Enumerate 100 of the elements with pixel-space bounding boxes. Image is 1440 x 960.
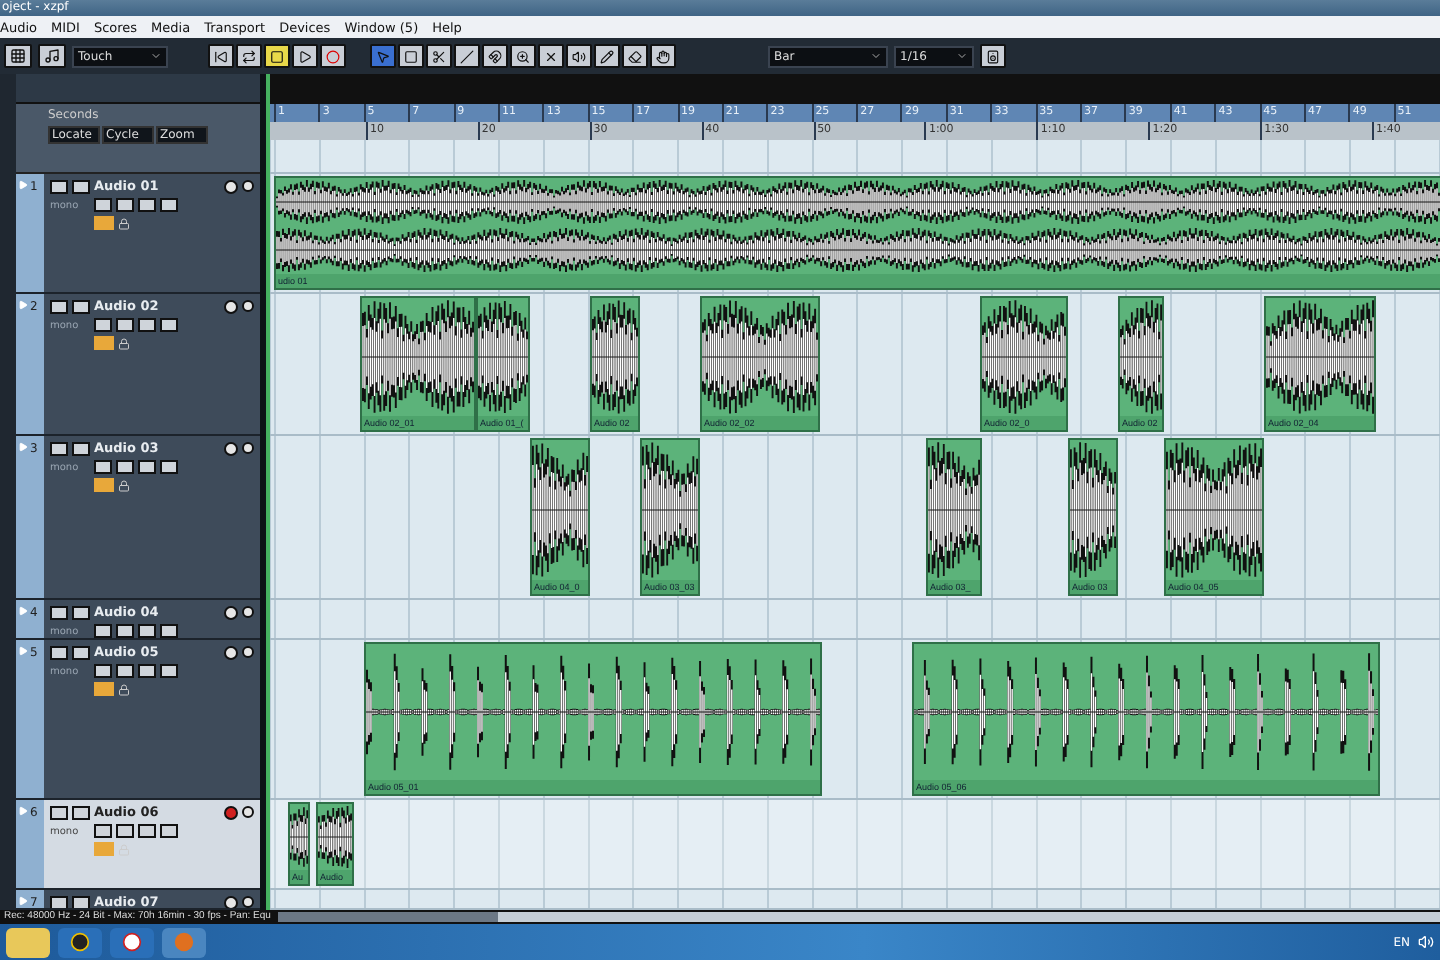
expand-icon	[18, 806, 28, 816]
mute-button[interactable]	[50, 299, 68, 313]
waveform-drawing	[532, 440, 588, 580]
solo-button[interactable]	[72, 441, 90, 455]
expand-icon	[18, 442, 28, 452]
browser-icon[interactable]	[110, 927, 154, 957]
record-enable-button[interactable]	[224, 895, 238, 908]
mute-button[interactable]	[50, 179, 68, 193]
edit-button[interactable]	[138, 624, 156, 638]
waveform-drawing	[642, 440, 698, 580]
tool-button[interactable]	[426, 44, 452, 68]
insert-button[interactable]	[160, 460, 178, 474]
expand-icon	[18, 646, 28, 656]
record-enable-button[interactable]	[224, 605, 238, 619]
insert-button[interactable]	[160, 824, 178, 838]
write-button[interactable]	[116, 624, 134, 638]
speaker-icon	[986, 49, 1000, 63]
edit-button[interactable]	[138, 198, 156, 212]
tool-button[interactable]	[454, 44, 480, 68]
record-enable-button[interactable]	[224, 299, 238, 313]
waveform-drawing	[478, 298, 528, 416]
monitor-button[interactable]	[242, 180, 254, 192]
insert-button[interactable]	[160, 624, 178, 638]
volume-icon[interactable]	[1418, 934, 1434, 950]
tool-button[interactable]	[566, 44, 592, 68]
waveform-drawing	[1166, 440, 1262, 580]
mute-button[interactable]	[50, 441, 68, 455]
record-enable-button[interactable]	[224, 179, 238, 193]
tool-button[interactable]	[594, 44, 620, 68]
transport-button[interactable]	[320, 44, 346, 68]
record-enable-button[interactable]	[224, 805, 238, 819]
solo-button[interactable]	[72, 805, 90, 819]
waveform-drawing	[928, 440, 980, 580]
expand-icon	[18, 180, 28, 190]
edit-button[interactable]	[138, 664, 156, 678]
grid-icon	[10, 48, 26, 64]
tool-button[interactable]	[622, 44, 648, 68]
caret-icon	[956, 50, 968, 62]
tool-icon	[656, 49, 670, 63]
read-button[interactable]	[94, 624, 112, 638]
monitor-button[interactable]	[242, 442, 254, 454]
waveform-drawing	[318, 804, 352, 870]
transport-button[interactable]	[292, 44, 318, 68]
tool-button[interactable]	[482, 44, 508, 68]
monitor-button[interactable]	[242, 300, 254, 312]
read-button[interactable]	[94, 664, 112, 678]
transport-icon	[242, 49, 256, 63]
edit-button[interactable]	[138, 318, 156, 332]
solo-button[interactable]	[72, 179, 90, 193]
edit-button[interactable]	[138, 824, 156, 838]
waveform-drawing	[290, 804, 308, 870]
mute-button[interactable]	[50, 805, 68, 819]
mute-button[interactable]	[50, 605, 68, 619]
insert-button[interactable]	[160, 198, 178, 212]
write-button[interactable]	[116, 318, 134, 332]
tool-icon	[516, 49, 530, 63]
read-button[interactable]	[94, 198, 112, 212]
monitor-button[interactable]	[242, 806, 254, 818]
write-button[interactable]	[116, 460, 134, 474]
scroll-thumb[interactable]	[278, 912, 499, 922]
folder-icon[interactable]	[6, 927, 50, 957]
tool-icon	[572, 49, 586, 63]
record-enable-button[interactable]	[224, 441, 238, 455]
tool-button[interactable]	[510, 44, 536, 68]
app-icon[interactable]	[58, 927, 102, 957]
tool-button[interactable]	[650, 44, 676, 68]
monitor-button[interactable]	[242, 646, 254, 658]
mute-button[interactable]	[50, 645, 68, 659]
automation-button[interactable]	[38, 44, 66, 68]
scrollbar[interactable]	[278, 912, 1440, 922]
insert-button[interactable]	[160, 318, 178, 332]
read-button[interactable]	[94, 824, 112, 838]
tool-button[interactable]	[398, 44, 424, 68]
edit-button[interactable]	[138, 460, 156, 474]
color-button[interactable]	[980, 44, 1006, 68]
mute-button[interactable]	[50, 895, 68, 908]
record-enable-button[interactable]	[224, 645, 238, 659]
monitor-button[interactable]	[242, 606, 254, 618]
transport-button[interactable]	[236, 44, 262, 68]
note-icon	[44, 48, 60, 64]
write-button[interactable]	[116, 824, 134, 838]
expand-icon	[18, 896, 28, 906]
read-button[interactable]	[94, 460, 112, 474]
solo-button[interactable]	[72, 605, 90, 619]
solo-button[interactable]	[72, 299, 90, 313]
transport-button[interactable]	[208, 44, 234, 68]
transport-button[interactable]	[264, 44, 290, 68]
tool-icon	[432, 49, 446, 63]
solo-button[interactable]	[72, 645, 90, 659]
waveform-drawing	[1120, 298, 1162, 416]
write-button[interactable]	[116, 198, 134, 212]
write-button[interactable]	[116, 664, 134, 678]
waveform-drawing	[982, 298, 1066, 416]
tool-button[interactable]	[538, 44, 564, 68]
read-button[interactable]	[94, 318, 112, 332]
monitor-button[interactable]	[242, 896, 254, 908]
waveform-drawing	[1266, 298, 1374, 416]
list-button[interactable]	[4, 44, 32, 68]
insert-button[interactable]	[160, 664, 178, 678]
solo-button[interactable]	[72, 895, 90, 908]
